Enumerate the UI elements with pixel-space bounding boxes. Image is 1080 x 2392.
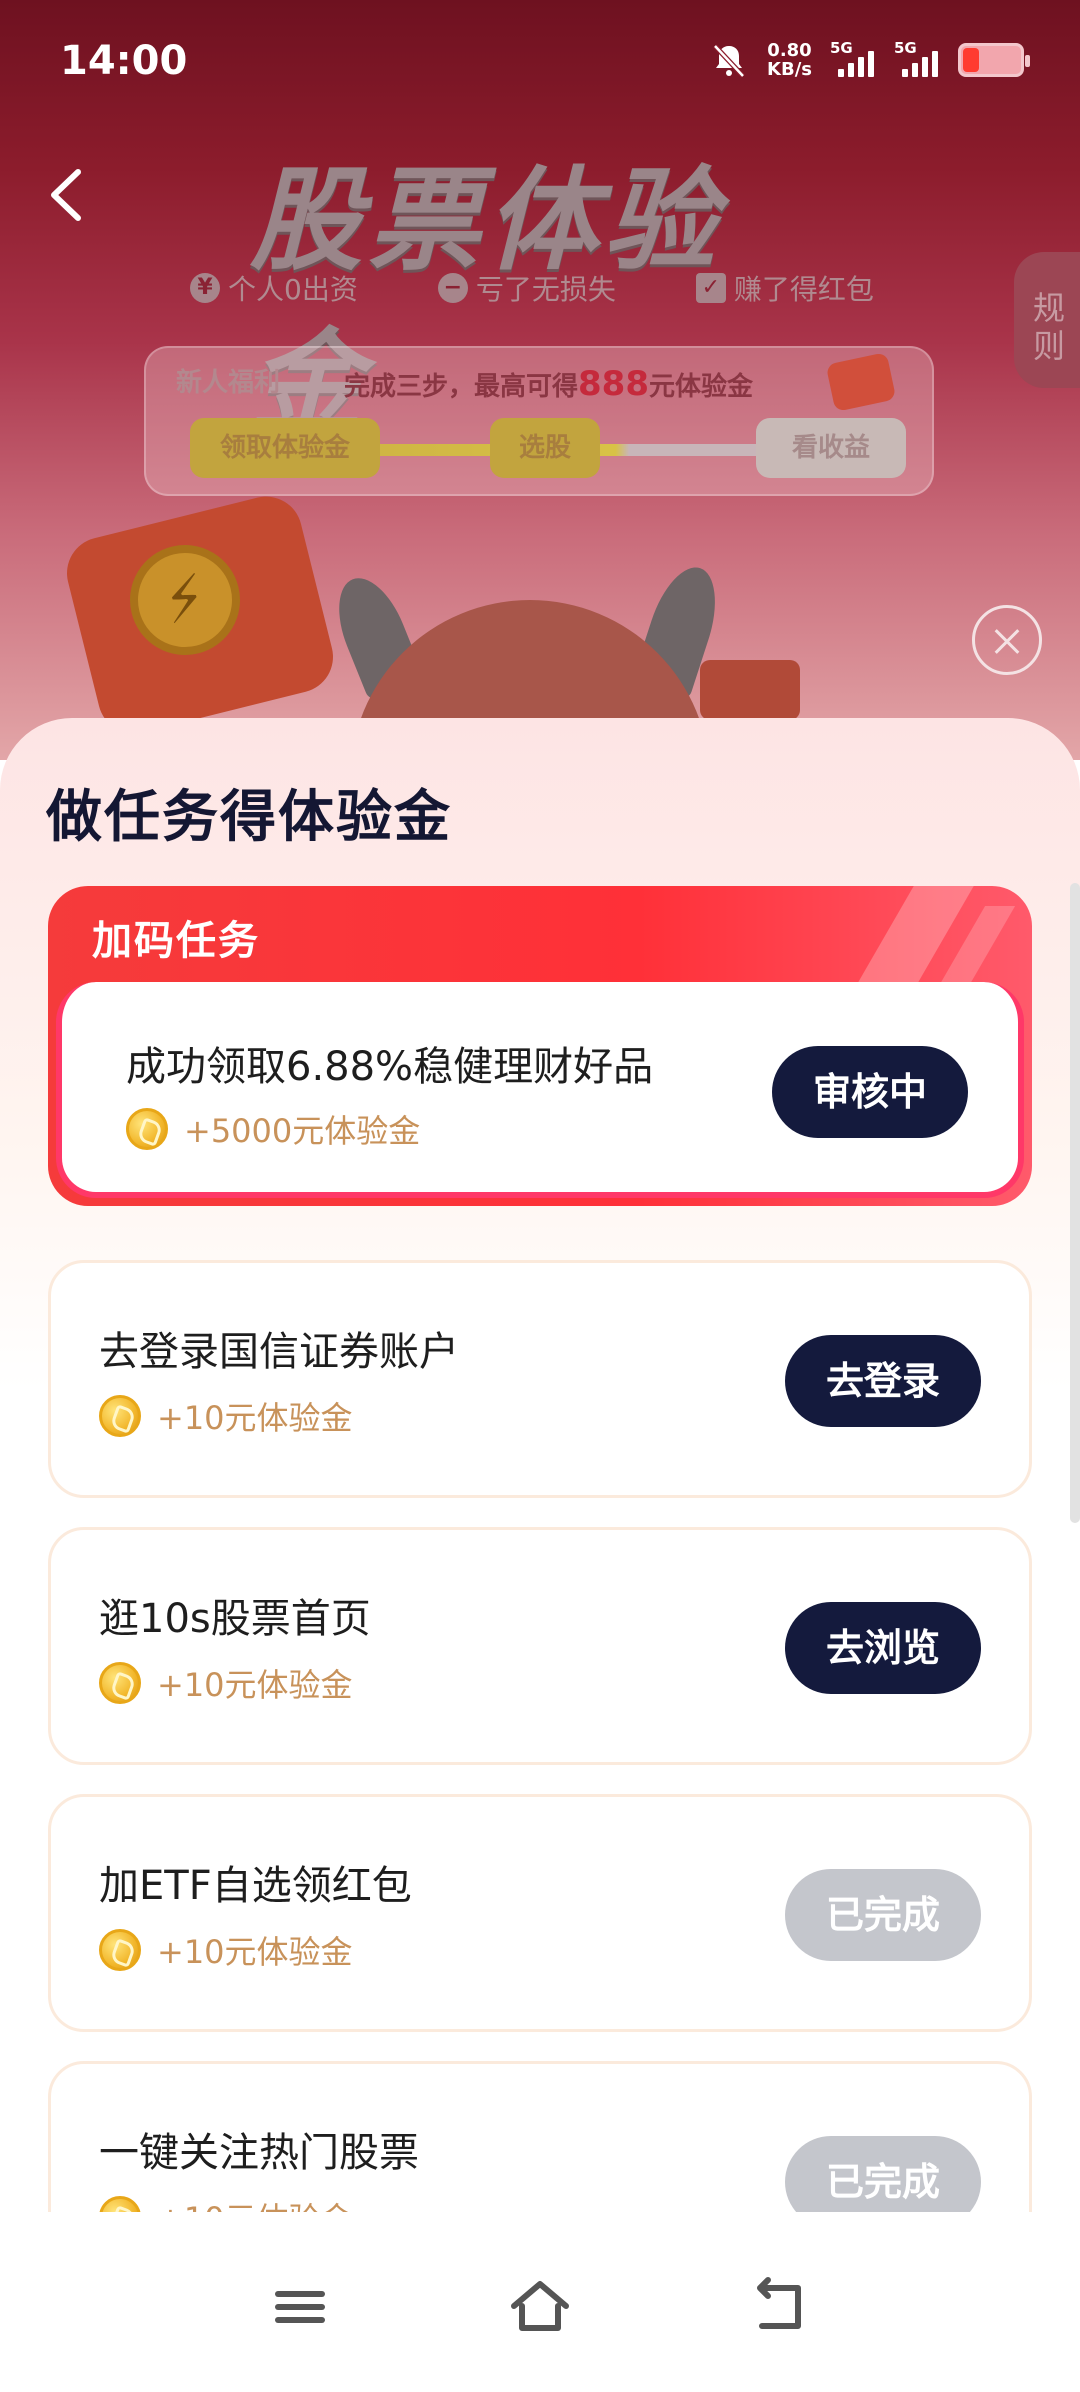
back-arrow-icon[interactable]: [38, 160, 98, 230]
feature-label: 亏了无损失: [475, 273, 616, 306]
status-time: 14:00: [60, 38, 188, 84]
newbie-benefit-panel: 新人福利 完成三步，最高可得888元体验金 领取体验金 选股 看收益: [144, 346, 934, 496]
feature-item: ✓ 赚了得红包: [695, 268, 874, 308]
feature-label: 赚了得红包: [733, 273, 874, 306]
coin-icon: [99, 1395, 141, 1437]
bell-muted-icon: [713, 44, 745, 78]
task-reward-label: +10元体验金: [157, 2194, 353, 2212]
task-reward-label: +10元体验金: [157, 1666, 353, 1704]
feature-list: ¥ 个人0出资 − 亏了无损失 ✓ 赚了得红包: [190, 268, 874, 308]
minus-circle-icon: −: [437, 273, 468, 303]
bonus-task-card: 加码任务 成功领取6.88%稳健理财好品 +5000元体验金 审核中: [48, 886, 1032, 1206]
page: 14:00 0.80 KB/s 5G 5G 股票体验金 ¥ 个人0出资 − 亏了…: [0, 0, 1080, 2392]
task-reward: +5000元体验金: [126, 1106, 420, 1152]
signal-label-2: 5G: [894, 39, 917, 57]
system-nav-bar: [0, 2212, 1080, 2392]
yen-icon: ¥: [190, 273, 220, 303]
home-icon[interactable]: [500, 2272, 580, 2342]
menu-icon[interactable]: [260, 2272, 340, 2342]
task-name: 加ETF自选领红包: [99, 1863, 412, 1909]
scrollbar[interactable]: [1070, 883, 1080, 1523]
task-reward: +10元体验金: [99, 1927, 353, 1973]
task-sheet: 做任务得体验金 加码任务 成功领取6.88%稳健理财好品 +5000元体验金 审…: [0, 718, 1080, 2212]
signal-label: 5G: [830, 39, 853, 57]
step-claim: 领取体验金: [190, 418, 380, 478]
battery-icon: [958, 43, 1030, 77]
task-card: 逛10s股票首页 +10元体验金 去浏览: [48, 1527, 1032, 1765]
feature-item: − 亏了无损失: [437, 268, 616, 308]
feature-label: 个人0出资: [228, 273, 358, 306]
login-button[interactable]: 去登录: [785, 1335, 981, 1427]
feature-item: ¥ 个人0出资: [190, 268, 358, 308]
signal-5g-icon-2: 5G: [894, 39, 940, 77]
newbie-desc-suffix: 元体验金: [649, 372, 754, 402]
task-card: 去登录国信证券账户 +10元体验金 去登录: [48, 1260, 1032, 1498]
back-nav-icon[interactable]: [740, 2272, 820, 2342]
net-speed: 0.80 KB/s: [767, 41, 812, 79]
task-name: 逛10s股票首页: [99, 1596, 371, 1642]
coin-icon: [126, 1108, 168, 1150]
status-icons: 0.80 KB/s 5G 5G: [709, 39, 1030, 80]
task-reward-label: +10元体验金: [157, 1933, 353, 1971]
coin-icon: [99, 1929, 141, 1971]
bonus-task-body: 成功领取6.88%稳健理财好品 +5000元体验金 审核中: [56, 982, 1024, 1198]
task-reward-label: +5000元体验金: [184, 1112, 421, 1150]
sheet-title: 做任务得体验金: [46, 785, 452, 850]
under-review-button[interactable]: 审核中: [772, 1046, 968, 1138]
newbie-tag: 新人福利: [176, 368, 281, 398]
task-reward-label: +10元体验金: [157, 1399, 353, 1437]
close-icon[interactable]: [972, 605, 1042, 675]
coin-icon: [99, 1662, 141, 1704]
net-speed-unit: KB/s: [767, 59, 812, 80]
net-speed-value: 0.80: [767, 40, 812, 61]
task-card: 加ETF自选领红包 +10元体验金 已完成: [48, 1794, 1032, 2032]
task-reward: +10元体验金: [99, 1393, 353, 1439]
newbie-desc-prefix: 完成三步，最高可得: [344, 372, 579, 402]
task-reward: +10元体验金: [99, 1660, 353, 1706]
red-bar-illustration: [700, 660, 800, 720]
coin-box-icon: [825, 352, 897, 412]
step-view-earnings: 看收益: [756, 418, 906, 478]
status-bar: 14:00 0.80 KB/s 5G 5G: [0, 0, 1080, 120]
step-progress: 领取体验金 选股 看收益: [190, 418, 906, 478]
task-name: 成功领取6.88%稳健理财好品: [126, 1044, 654, 1090]
coin-icon: [99, 2196, 141, 2212]
bonus-title: 加码任务: [92, 918, 260, 964]
browse-button[interactable]: 去浏览: [785, 1602, 981, 1694]
completed-button[interactable]: 已完成: [785, 2136, 981, 2212]
task-reward: +10元体验金: [99, 2194, 353, 2212]
task-card: 一键关注热门股票 +10元体验金 已完成: [48, 2061, 1032, 2212]
newbie-desc-amount: 888: [578, 364, 649, 404]
rules-tab[interactable]: 规则: [1014, 252, 1080, 388]
signal-5g-icon: 5G: [830, 39, 876, 77]
red-packet-icon: ✓: [695, 273, 726, 303]
newbie-desc: 完成三步，最高可得888元体验金: [344, 364, 753, 404]
task-name: 去登录国信证券账户: [99, 1329, 459, 1375]
task-name: 一键关注热门股票: [99, 2130, 419, 2176]
completed-button[interactable]: 已完成: [785, 1869, 981, 1961]
step-pick-stock: 选股: [490, 418, 600, 478]
